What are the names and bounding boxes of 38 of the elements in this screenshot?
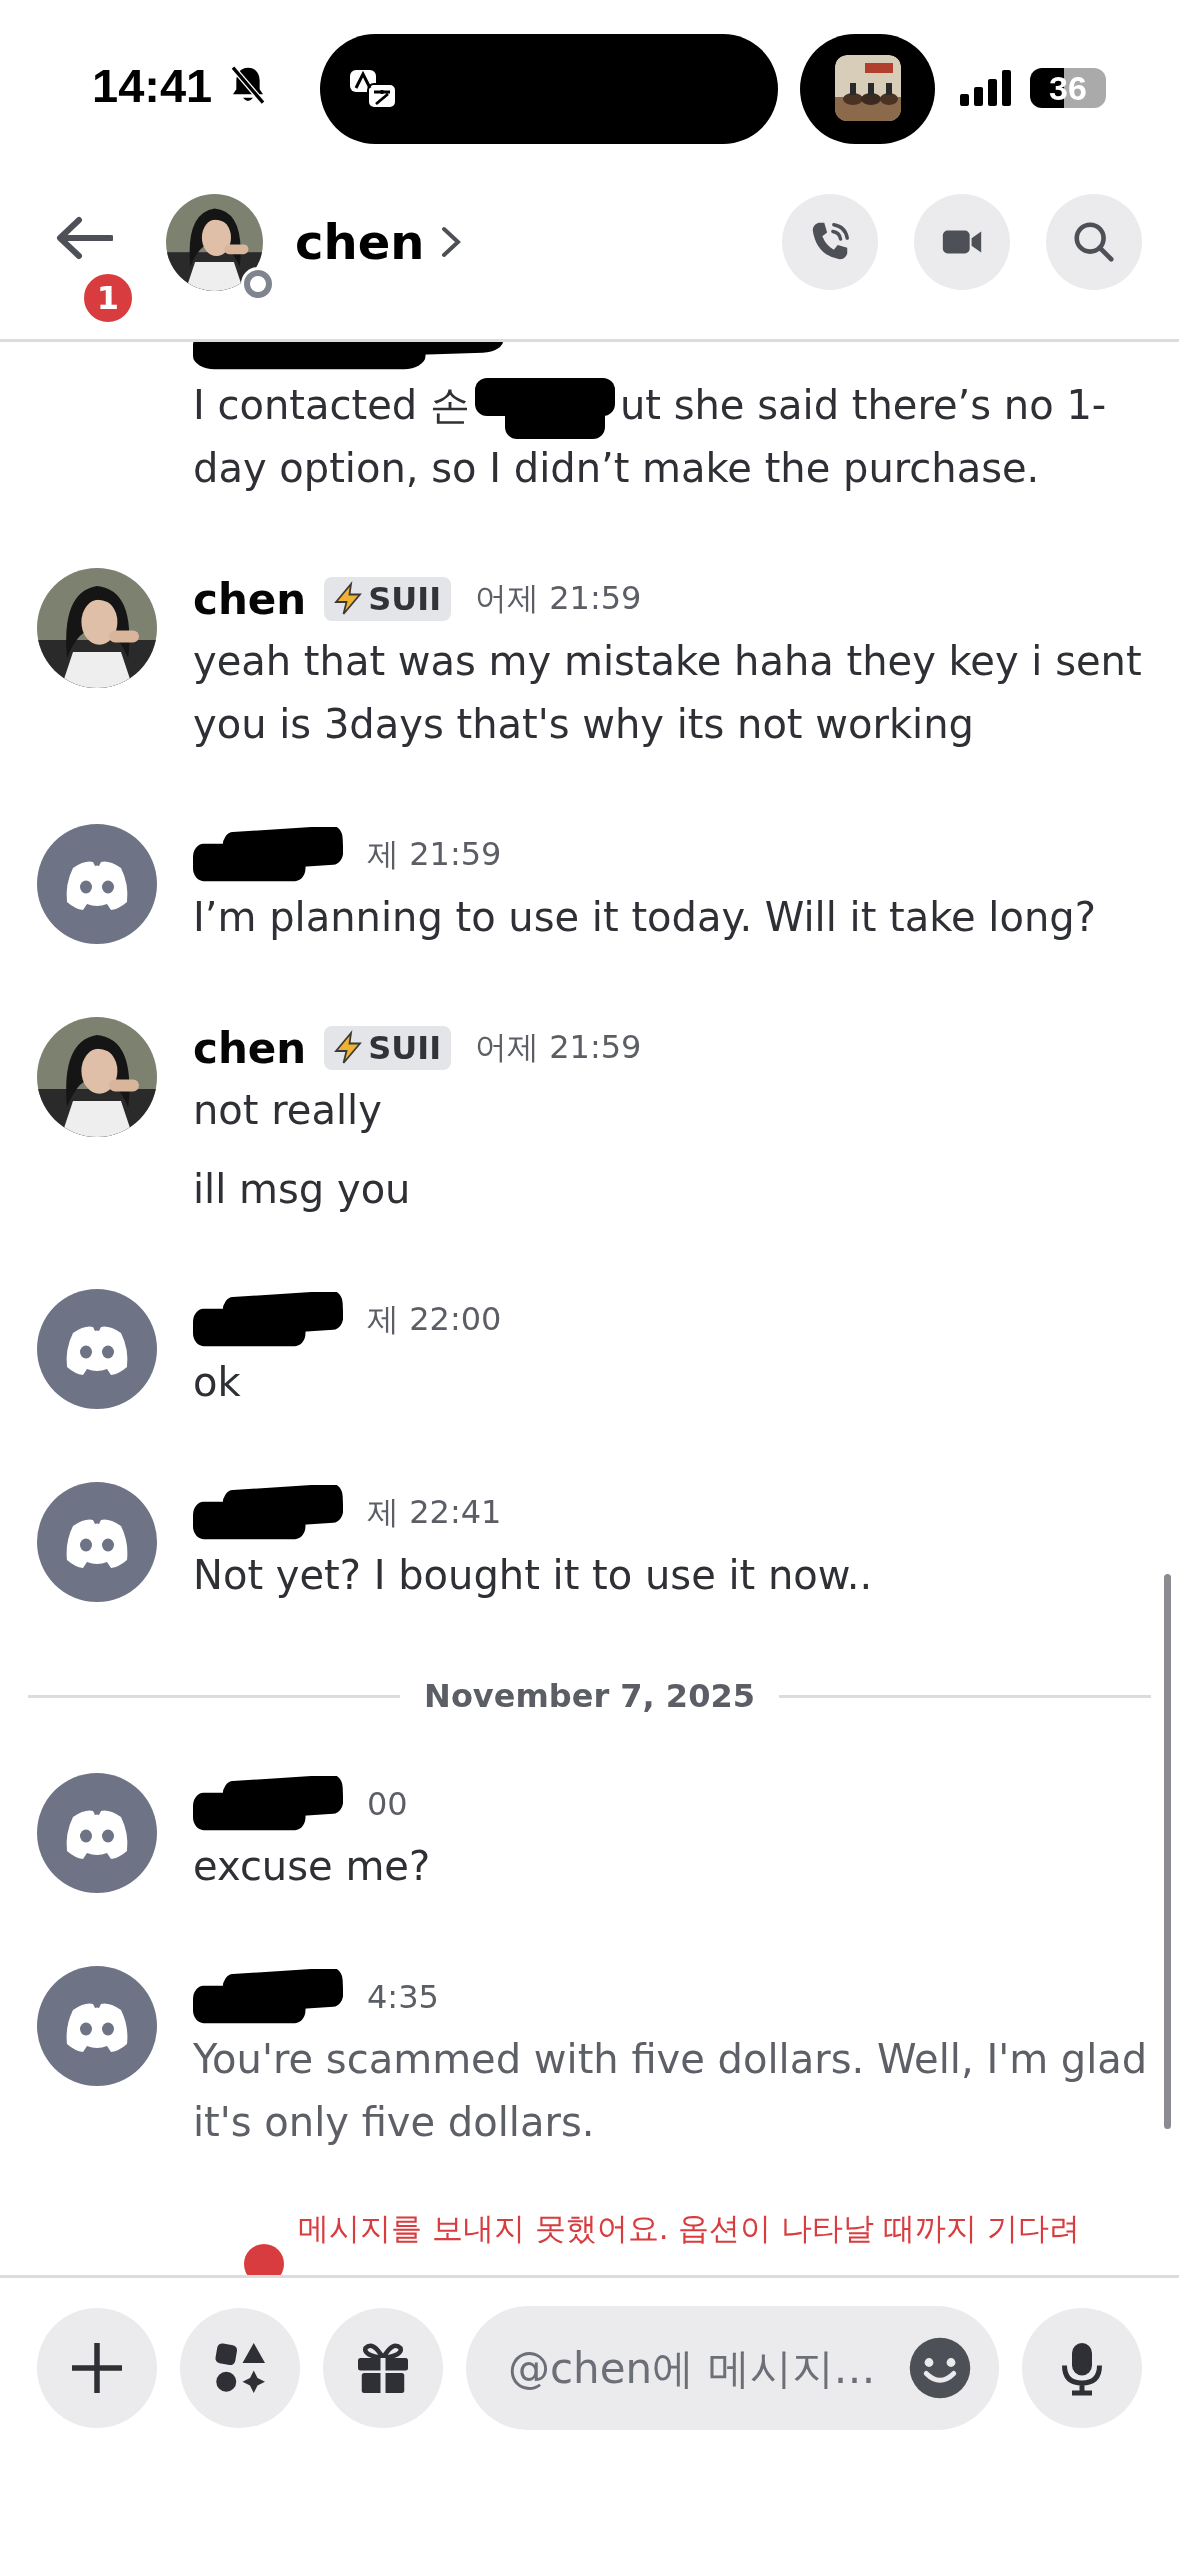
message-text: yeah that was my mistake haha they key i sent you is 3days that's why its not working [193,637,1143,749]
username[interactable]: chen [193,1023,307,1073]
default-avatar-icon [37,1482,157,1602]
back-arrow-icon[interactable] [55,216,113,260]
timestamp: 어제 21:59 [475,578,642,619]
clock: 14:41 [92,58,213,113]
message-text: I’m planning to use it today. Will it take long? [193,893,1097,942]
timestamp: 제 22:41 [367,1492,502,1533]
message-text: You're scammed with five dollars. Well, I'm glad it's only five dollars. [193,2035,1149,2147]
scroll-bar[interactable] [1164,1574,1171,2129]
timestamp: 4:35 [367,1978,439,2016]
message-text: not really [193,1086,383,1135]
timestamp: 00 [367,1785,408,1823]
emoji-icon[interactable] [907,2335,973,2401]
message-text: excuse me? [193,1842,432,1891]
server-tag: SUII [324,577,452,621]
error-icon [244,2244,284,2275]
default-avatar-icon [37,1773,157,1893]
default-avatar-icon [37,1289,157,1409]
date-divider: November 7, 2025 [424,1677,755,1715]
message-text: ill msg you [193,1165,412,1214]
message-text: Not yet? I bought it to use it now.. [193,1551,874,1600]
message-field[interactable]: @chen에 메시지… [466,2306,999,2430]
message-input-field[interactable]: @chen에 메시지… [506,2342,907,2394]
search-icon [1071,219,1117,265]
server-tag: SUII [324,1026,452,1070]
message-text: ok [193,1358,242,1407]
message-text: I contacted 손 ut she said there’s no 1-day option, so I didn’t make the purchase. [193,374,1149,500]
chat-title[interactable]: chen [295,214,425,270]
chevron-right-icon[interactable] [440,225,463,259]
timestamp: 제 22:00 [367,1299,502,1340]
default-avatar-icon [37,824,157,944]
timestamp: 제 21:59 [367,834,502,875]
default-avatar-icon [37,1966,157,2086]
timestamp: 어제 21:59 [475,1027,642,1068]
error-message: 메시지를 보내지 못했어요. 옵션이 나타날 때까지 기다려 [298,2209,1080,2248]
signal-icon [960,70,1012,106]
username[interactable]: chen [193,574,307,624]
